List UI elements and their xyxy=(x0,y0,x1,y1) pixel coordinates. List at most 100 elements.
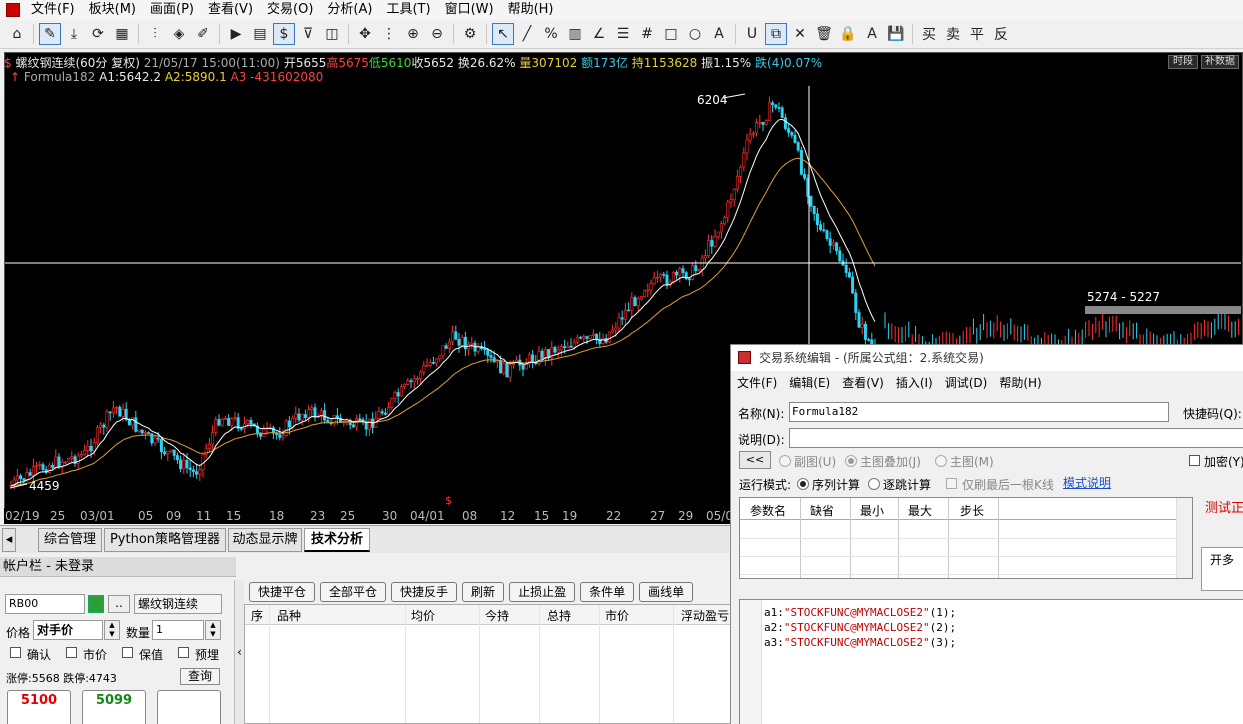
chart-icon[interactable]: ◫ xyxy=(321,23,343,45)
grid-icon[interactable]: ▦ xyxy=(111,23,133,45)
diamond-icon[interactable]: ◈ xyxy=(168,23,190,45)
hedge-checkbox[interactable] xyxy=(122,647,133,658)
refresh-button[interactable]: 刷新 xyxy=(462,582,505,602)
download-icon[interactable]: ⤓ xyxy=(63,23,85,45)
tick-calc-radio[interactable] xyxy=(868,478,880,490)
dialog-menu-file[interactable]: 文件(F) xyxy=(731,373,783,393)
candlestick-icon[interactable]: ⫶ xyxy=(144,23,166,45)
condition-order-button[interactable]: 条件单 xyxy=(580,582,635,602)
trash-icon[interactable]: 🗑 xyxy=(813,23,835,45)
dialog-menu-help[interactable]: 帮助(H) xyxy=(993,373,1047,393)
bars-icon[interactable]: ▥ xyxy=(564,23,586,45)
query-button[interactable]: 查询 xyxy=(180,668,220,685)
panel-collapse-toggle[interactable]: ‹ xyxy=(234,580,244,724)
cursor-icon[interactable]: ↖ xyxy=(492,23,514,45)
buy-icon[interactable]: 买 xyxy=(918,23,940,45)
supplement-data-button[interactable]: 补数据 xyxy=(1201,55,1239,69)
percent-icon[interactable]: % xyxy=(540,23,562,45)
tab-dynamic-board[interactable]: 动态显示牌 xyxy=(228,528,302,552)
menu-view[interactable]: 查看(V) xyxy=(201,0,260,20)
drawline-order-button[interactable]: 画线单 xyxy=(639,582,694,602)
filter-icon[interactable]: ⊽ xyxy=(297,23,319,45)
menu-sector[interactable]: 板块(M) xyxy=(82,0,143,20)
last-bar-only-checkbox[interactable] xyxy=(946,478,957,489)
tab-python-strategy[interactable]: Python策略管理器 xyxy=(104,528,226,552)
reverse-icon[interactable]: 反 xyxy=(990,23,1012,45)
move-icon[interactable]: ✥ xyxy=(354,23,376,45)
main-overlay-radio[interactable] xyxy=(845,455,857,467)
price-spinner[interactable]: ▲ ▼ xyxy=(104,620,120,640)
font-color-icon[interactable]: A xyxy=(861,23,883,45)
quantity-stepper[interactable]: ▲ ▼ xyxy=(205,620,221,640)
close-icon[interactable]: ✕ xyxy=(789,23,811,45)
params-scrollbar[interactable] xyxy=(1176,498,1192,578)
save-icon[interactable]: 💾 xyxy=(885,23,907,45)
buy-button[interactable]: 5100 xyxy=(7,690,71,724)
dollar-icon[interactable]: $ xyxy=(273,23,295,45)
market-checkbox[interactable] xyxy=(66,647,77,658)
lock-icon[interactable]: 🔒 xyxy=(837,23,859,45)
text-icon[interactable]: A xyxy=(708,23,730,45)
sequence-calc-radio[interactable] xyxy=(797,478,809,490)
line-icon[interactable]: ╱ xyxy=(516,23,538,45)
copy-icon[interactable]: ⧉ xyxy=(765,23,787,45)
home-icon[interactable]: ⌂ xyxy=(6,23,28,45)
price-type-input[interactable]: 对手价 xyxy=(33,620,103,640)
stop-loss-profit-button[interactable]: 止损止盈 xyxy=(509,582,576,602)
tab-scroll-left[interactable]: ◂ xyxy=(2,528,16,552)
lock-icon[interactable] xyxy=(88,595,104,613)
parameters-table[interactable]: 参数名 缺省 最小 最大 步长 xyxy=(739,497,1193,579)
mainchart-radio[interactable] xyxy=(935,455,947,467)
menu-window[interactable]: 窗口(W) xyxy=(438,0,501,20)
menu-file[interactable]: 文件(F) xyxy=(24,0,82,20)
code-editor[interactable]: a1:"STOCKFUNC@MYMACLOSE2"(1); a2:"STOCKF… xyxy=(739,599,1243,724)
menu-trade[interactable]: 交易(O) xyxy=(260,0,320,20)
subchart-radio[interactable] xyxy=(779,455,791,467)
menu-help[interactable]: 帮助(H) xyxy=(501,0,561,20)
sell-button[interactable]: 5099 xyxy=(82,690,146,724)
sell-icon[interactable]: 卖 xyxy=(942,23,964,45)
edit-icon[interactable]: ✐ xyxy=(192,23,214,45)
quick-reverse-button[interactable]: 快捷反手 xyxy=(391,582,458,602)
menu-tools[interactable]: 工具(T) xyxy=(379,0,437,20)
collapse-button[interactable]: << xyxy=(739,451,771,469)
menu-analysis[interactable]: 分析(A) xyxy=(320,0,379,20)
description-input[interactable] xyxy=(789,428,1243,448)
tab-general[interactable]: 综合管理 xyxy=(38,528,102,552)
time-period-button[interactable]: 时段 xyxy=(1168,55,1198,69)
magnet-icon[interactable]: U xyxy=(741,23,763,45)
angle-icon[interactable]: ∠ xyxy=(588,23,610,45)
name-input[interactable]: Formula182 xyxy=(789,402,1169,422)
zoom-out-icon[interactable]: ⊖ xyxy=(426,23,448,45)
mode-help-link[interactable]: 模式说明 xyxy=(1063,474,1111,491)
refresh-icon[interactable]: ⟳ xyxy=(87,23,109,45)
levels-icon[interactable]: ☰ xyxy=(612,23,634,45)
dialog-menu-debug[interactable]: 调试(D) xyxy=(939,373,994,393)
circle-icon[interactable]: ○ xyxy=(684,23,706,45)
document-icon[interactable]: ▤ xyxy=(249,23,271,45)
close-position-icon[interactable]: 平 xyxy=(966,23,988,45)
contract-code-input[interactable]: RB00 xyxy=(5,594,85,614)
link-icon[interactable]: ✎ xyxy=(39,23,61,45)
close-all-button[interactable]: 全部平仓 xyxy=(320,582,387,602)
menu-screen[interactable]: 画面(P) xyxy=(143,0,201,20)
play-icon[interactable]: ▶ xyxy=(225,23,247,45)
vertical-bar-icon[interactable]: ⋮ xyxy=(378,23,400,45)
open-long-box[interactable]: 开多 xyxy=(1201,547,1243,591)
encrypt-checkbox[interactable] xyxy=(1189,455,1200,466)
confirm-checkbox[interactable] xyxy=(10,647,21,658)
zoom-in-icon[interactable]: ⊕ xyxy=(402,23,424,45)
positions-table[interactable]: 序 品种 均价 今持 总持 市价 浮动盈亏 xyxy=(244,604,736,724)
dialog-menu-insert[interactable]: 插入(I) xyxy=(890,373,939,393)
rectangle-icon[interactable]: □ xyxy=(660,23,682,45)
close-button[interactable] xyxy=(157,690,221,724)
dialog-menu-edit[interactable]: 编辑(E) xyxy=(783,373,836,393)
dialog-menu-view[interactable]: 查看(V) xyxy=(836,373,890,393)
tab-technical-analysis[interactable]: 技术分析 xyxy=(304,528,370,552)
quick-close-button[interactable]: 快捷平仓 xyxy=(249,582,316,602)
quantity-input[interactable]: 1 xyxy=(152,620,204,640)
gear-icon[interactable]: ⚙ xyxy=(459,23,481,45)
preorder-checkbox[interactable] xyxy=(178,647,189,658)
hash-icon[interactable]: # xyxy=(636,23,658,45)
browse-button[interactable]: .. xyxy=(108,595,130,613)
